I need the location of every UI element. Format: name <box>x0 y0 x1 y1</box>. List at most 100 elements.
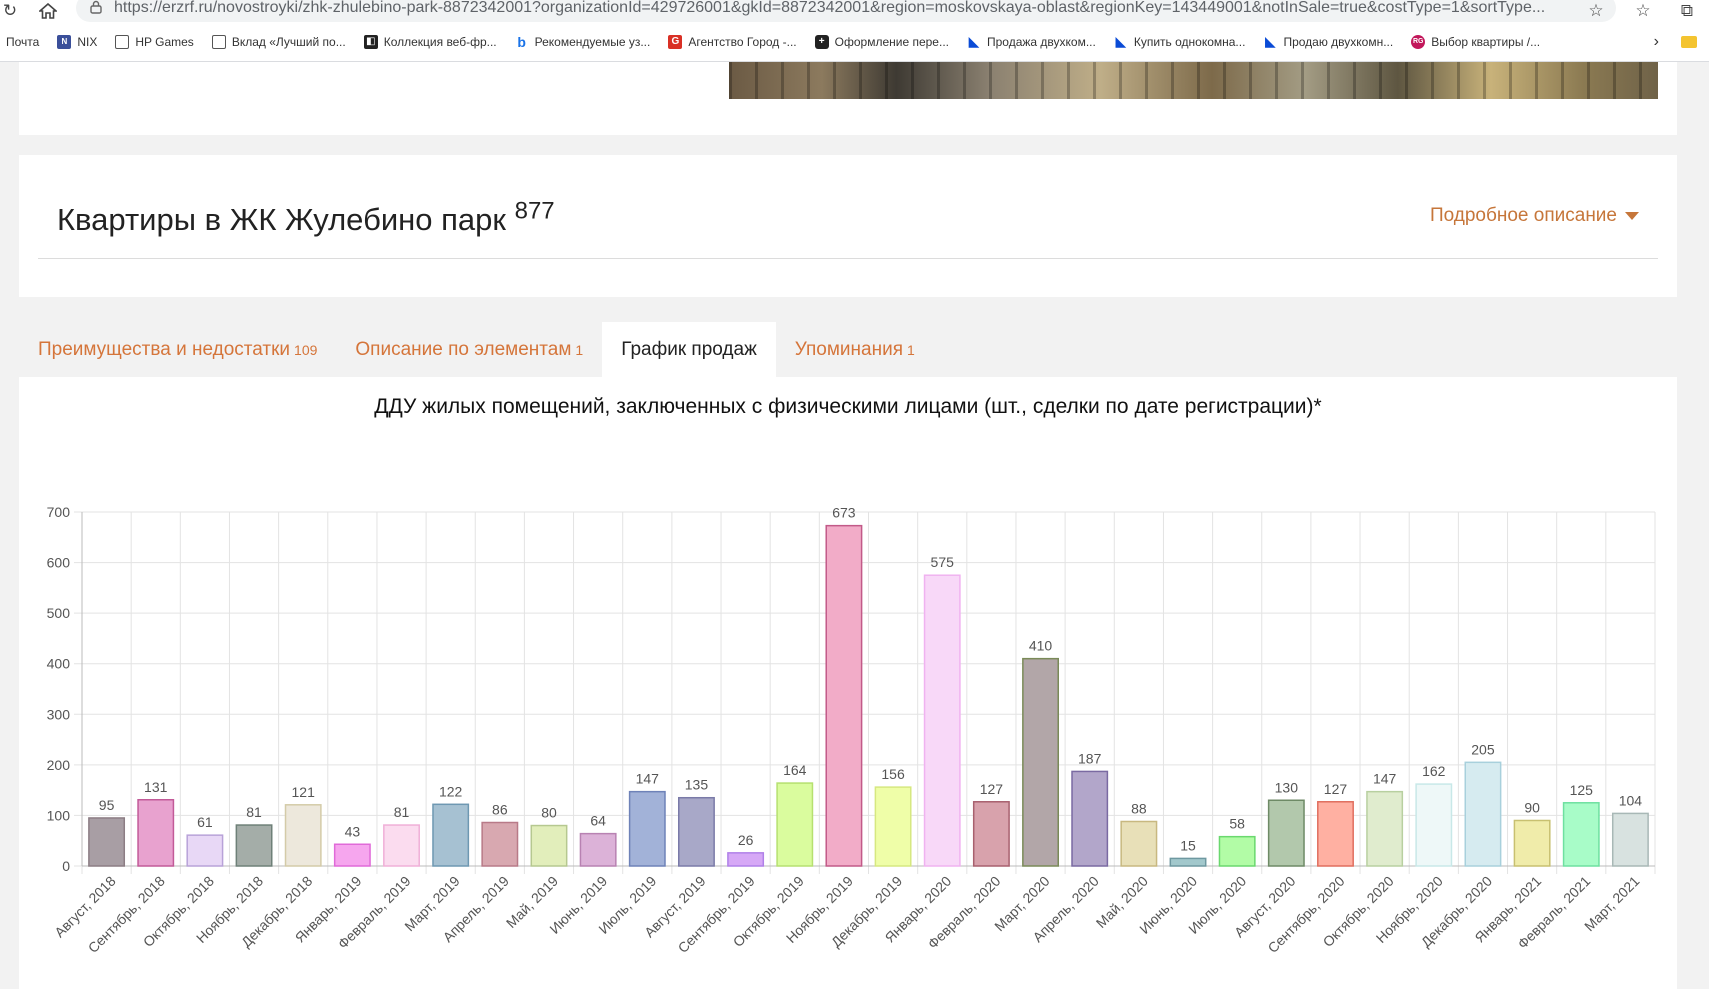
bar-data-label: 135 <box>685 777 709 793</box>
tab-sales-chart[interactable]: График продаж <box>602 322 776 377</box>
nix-icon: N <box>57 34 72 49</box>
chart-bar <box>1169 857 1207 867</box>
address-bar[interactable]: https://erzrf.ru/novostroyki/zhk-zhulebi… <box>76 0 1616 22</box>
bookmark-label: Купить однокомна... <box>1133 34 1246 49</box>
chart-bar <box>1071 770 1109 867</box>
bar-data-label: 26 <box>738 832 754 848</box>
bookmark-item[interactable]: HP Games <box>115 34 194 49</box>
divider <box>38 258 1658 259</box>
bar-data-label: 164 <box>783 762 807 778</box>
chart-bar <box>972 801 1010 867</box>
chart-bar <box>1562 802 1600 867</box>
chart-bar <box>678 796 715 867</box>
bar-data-label: 575 <box>931 554 955 570</box>
apartments-count: 877 <box>514 197 555 225</box>
chart-bar <box>1317 801 1354 867</box>
chart-bar <box>1611 812 1649 867</box>
chart-bar <box>284 804 322 867</box>
chart-bar <box>1464 761 1502 867</box>
other-favorites-folder-icon[interactable] <box>1681 35 1703 48</box>
bookmark-item[interactable]: ◧ Коллекция веб-фр... <box>363 34 497 49</box>
page-icon <box>115 34 130 49</box>
browser-toolbar: ↻ https://erzrf.ru/novostroyki/zhk-zhule… <box>0 0 1709 22</box>
bookmark-item[interactable]: RG Выбор квартиры /... <box>1411 34 1541 49</box>
complex-photo <box>729 62 1658 99</box>
bookmark-label: Оформление пере... <box>834 34 949 49</box>
y-tick-label: 700 <box>47 504 71 520</box>
bar-data-label: 125 <box>1570 782 1594 798</box>
bar-data-label: 43 <box>345 823 361 839</box>
y-tick-label: 300 <box>47 706 71 722</box>
bar-data-label: 88 <box>1131 800 1147 816</box>
apartments-header-card: Квартиры в ЖК Жулебино парк 877 Подробно… <box>19 155 1677 297</box>
bookmark-item[interactable]: + Оформление пере... <box>814 34 949 49</box>
bookmark-label: Рекомендуемые уз... <box>534 34 651 49</box>
bookmark-item[interactable]: Почта <box>6 35 39 49</box>
y-tick-label: 500 <box>47 605 71 621</box>
bookmark-label: Вклад «Лучший по... <box>231 34 346 49</box>
tab-mentions[interactable]: Упоминания 1 <box>776 322 934 377</box>
bar-data-label: 86 <box>492 802 508 818</box>
detailed-description-link[interactable]: Подробное описание <box>1430 205 1639 227</box>
bookmark-label: Коллекция веб-фр... <box>383 34 497 49</box>
chart-bar <box>1267 799 1305 867</box>
collection-icon: ◧ <box>363 34 378 49</box>
page-title-text: Квартиры в ЖК Жулебино парк <box>57 202 506 237</box>
tab-advantages[interactable]: Преимущества и недостатки 109 <box>19 322 336 377</box>
bookmark-item[interactable]: ◣ Продаю двухкомн... <box>1263 33 1393 49</box>
bar-data-label: 64 <box>590 813 606 829</box>
bar-data-label: 15 <box>1180 837 1196 853</box>
bookmark-label: HP Games <box>135 34 194 49</box>
chevron-right-icon[interactable]: › <box>1654 33 1659 51</box>
lock-icon <box>90 0 102 17</box>
bar-data-label: 187 <box>1078 750 1102 766</box>
page-title: Квартиры в ЖК Жулебино парк 877 <box>57 199 555 238</box>
chart-bar <box>481 821 519 867</box>
chart-bar <box>1022 657 1059 867</box>
chart-bar <box>1218 835 1256 867</box>
avito-icon: ◣ <box>1115 33 1127 49</box>
tab-label: График продаж <box>621 338 757 360</box>
tab-element-description[interactable]: Описание по элементам 1 <box>336 322 602 377</box>
bar-data-label: 127 <box>1324 781 1348 797</box>
bookmark-item[interactable]: G Агентство Город -... <box>668 34 797 49</box>
bookmark-item[interactable]: Вклад «Лучший по... <box>211 34 346 49</box>
collections-icon[interactable]: ⧉ <box>1676 0 1698 22</box>
bookmark-item[interactable]: N NIX <box>57 34 97 49</box>
bar-data-label: 410 <box>1029 638 1053 654</box>
bookmark-item[interactable]: b Рекомендуемые уз... <box>515 34 651 50</box>
bar-data-label: 131 <box>144 779 168 795</box>
g-icon: G <box>668 34 683 49</box>
chart-bar <box>235 824 273 867</box>
bar-data-label: 147 <box>1373 771 1397 787</box>
chart-bar <box>1513 819 1551 867</box>
chart-bar <box>137 799 175 867</box>
favorite-star-icon[interactable]: ☆ <box>1586 0 1606 22</box>
bar-data-label: 58 <box>1229 816 1245 832</box>
y-tick-label: 100 <box>47 807 71 823</box>
bookmark-label: Выбор квартиры /... <box>1431 34 1541 49</box>
bar-data-label: 95 <box>99 797 115 813</box>
detailed-description-label: Подробное описание <box>1429 205 1617 226</box>
chart-bar <box>628 790 666 867</box>
caret-down-icon <box>1625 212 1639 220</box>
bookmark-item[interactable]: ◣ Купить однокомна... <box>1114 33 1246 49</box>
chart-bar <box>1415 783 1453 867</box>
chart-bar <box>530 824 568 867</box>
avito-icon: ◣ <box>1265 33 1276 49</box>
y-tick-label: 200 <box>47 757 71 773</box>
favorites-list-icon[interactable]: ☆ <box>1632 0 1654 22</box>
bar-data-label: 673 <box>832 505 856 521</box>
home-icon[interactable] <box>36 0 60 22</box>
y-tick-label: 600 <box>47 555 71 571</box>
chart-bar <box>88 817 126 867</box>
bar-data-label: 127 <box>980 781 1004 797</box>
bar-data-label: 156 <box>881 766 905 782</box>
chart-bar <box>1120 820 1158 867</box>
sales-bar-chart: 010020030040050060070095Август, 2018131С… <box>47 504 1656 956</box>
bookmark-item[interactable]: ◣ Продажа двухком... <box>967 33 1096 49</box>
chart-bar <box>579 832 617 867</box>
chart-bar <box>1366 790 1404 867</box>
bar-data-label: 147 <box>636 771 660 787</box>
reload-icon[interactable]: ↻ <box>0 0 20 22</box>
